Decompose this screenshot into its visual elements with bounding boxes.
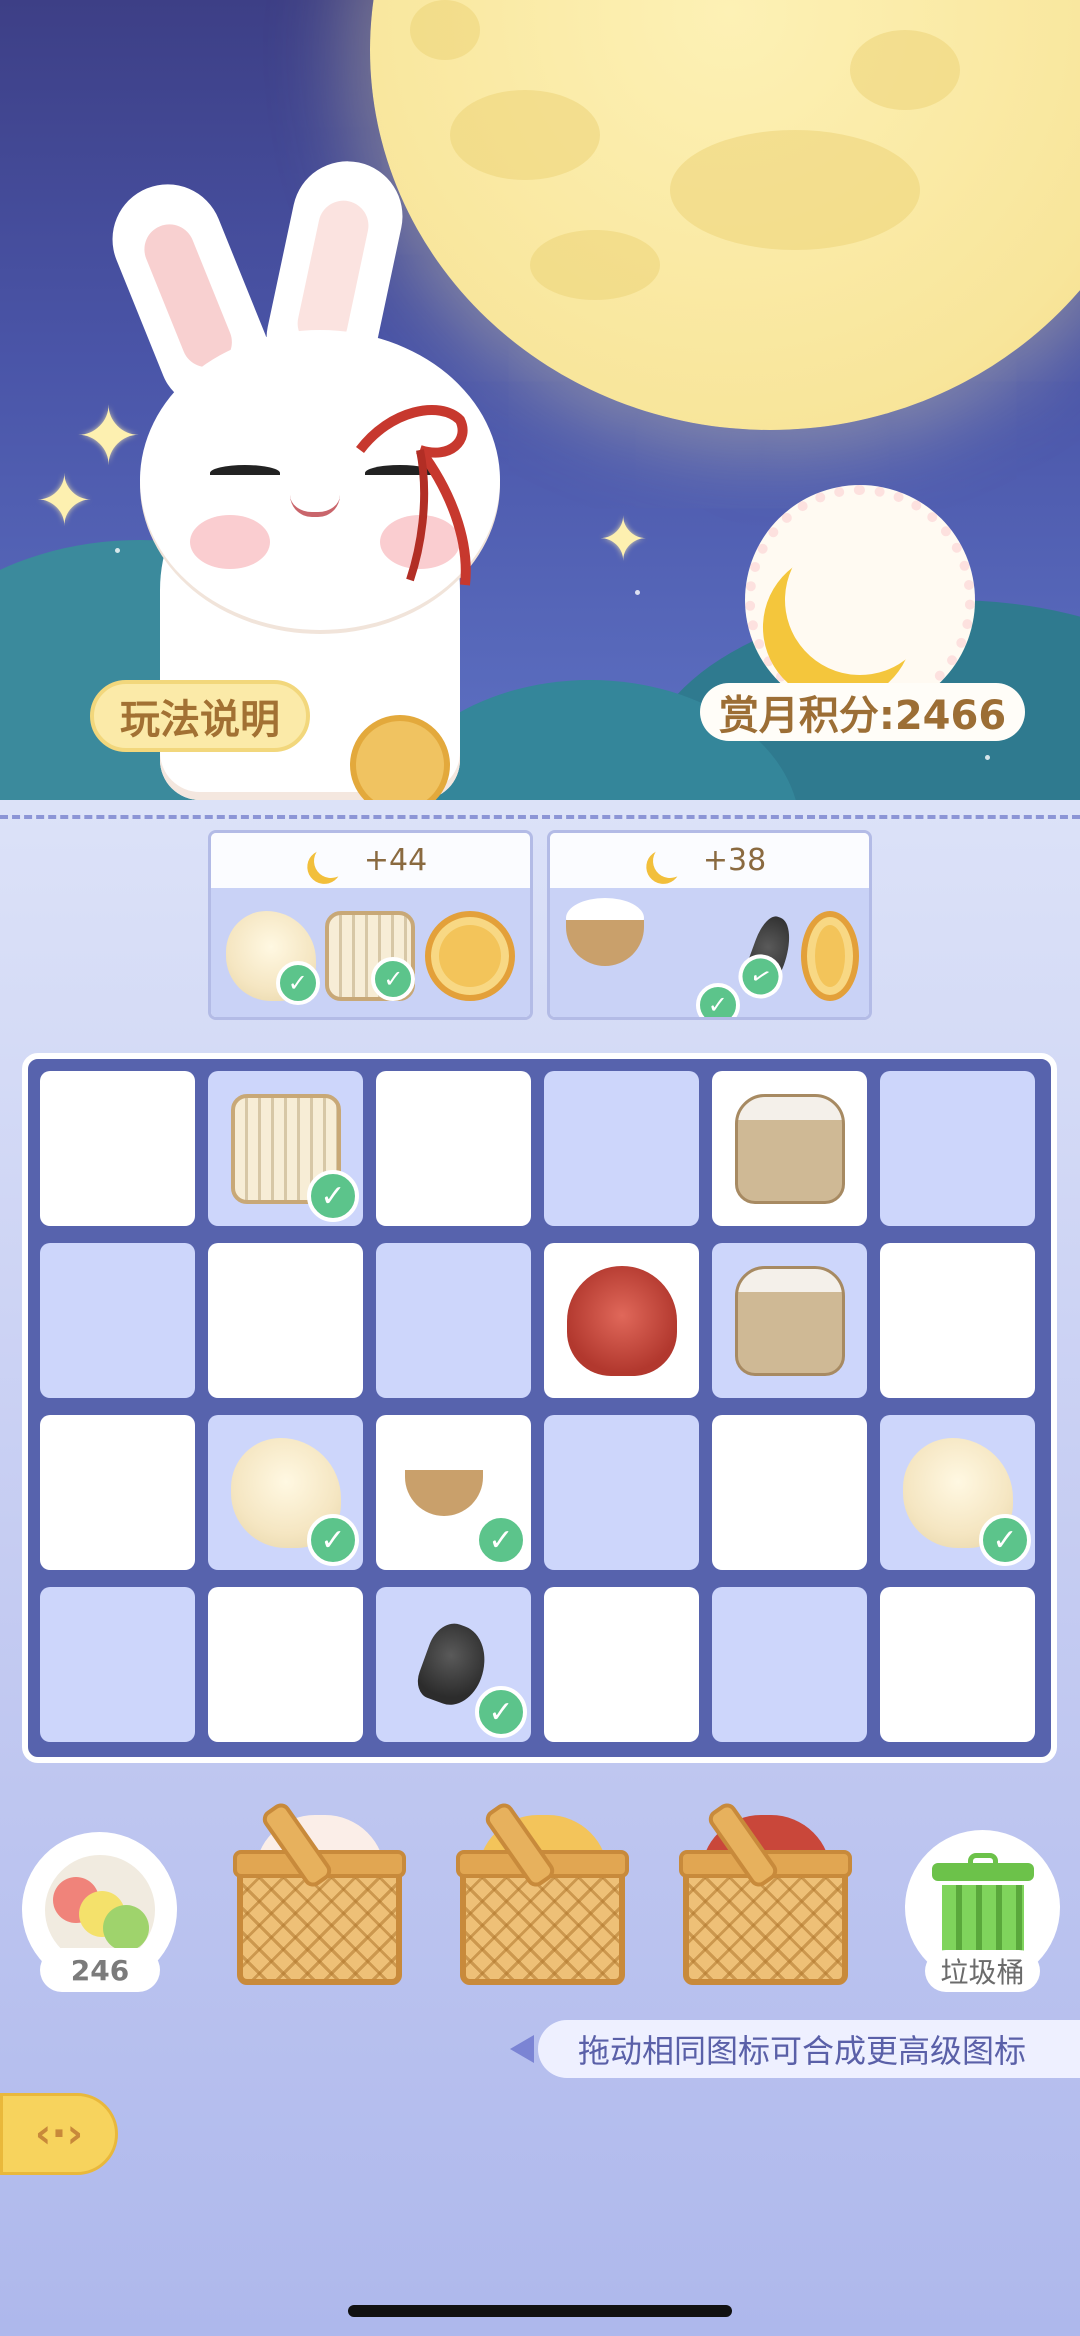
board-cell[interactable] — [712, 1243, 867, 1398]
rabbit-eye — [210, 465, 280, 481]
board-cell[interactable] — [208, 1587, 363, 1742]
board-cell[interactable] — [544, 1071, 699, 1226]
back-arrow-icon: ‹·› — [34, 2111, 84, 2157]
crab-icon[interactable] — [566, 1265, 677, 1376]
recipe-reward: +38 — [550, 833, 869, 888]
back-button[interactable]: ‹·› — [0, 2093, 118, 2175]
board-cell[interactable]: ✓ — [208, 1071, 363, 1226]
moon-badge — [745, 485, 975, 715]
board-cell[interactable] — [712, 1071, 867, 1226]
board-cell[interactable] — [880, 1071, 1035, 1226]
recipe-reward: +44 — [211, 833, 530, 888]
mooncake-icon — [425, 910, 516, 1001]
home-indicator[interactable] — [348, 2305, 732, 2317]
sparkle-icon: ✦ — [35, 460, 94, 542]
trash-label: 垃圾桶 — [925, 1950, 1040, 1992]
board-cell[interactable] — [712, 1587, 867, 1742]
board-cell[interactable] — [376, 1071, 531, 1226]
check-icon: ✓ — [275, 960, 320, 1005]
flour-sack-icon[interactable] — [734, 1265, 845, 1376]
crescent-moon-icon — [649, 840, 691, 882]
board-cell[interactable] — [712, 1415, 867, 1570]
hint-banner: 拖动相同图标可合成更高级图标 — [510, 2020, 1080, 2078]
star-dot — [635, 590, 640, 595]
rabbit-mouth — [290, 495, 340, 517]
star-dot — [985, 755, 990, 760]
flour-sack-icon[interactable] — [734, 1093, 845, 1204]
shrimp-icon: ✓ — [732, 911, 799, 1005]
hint-text: 拖动相同图标可合成更高级图标 — [538, 2020, 1080, 2078]
basket-slot[interactable] — [679, 1795, 852, 1985]
board-cell[interactable] — [544, 1587, 699, 1742]
basket-slot[interactable] — [233, 1795, 406, 1985]
board-cell[interactable] — [40, 1415, 195, 1570]
how-to-play-button[interactable]: 玩法说明 — [90, 680, 310, 752]
mooncake-icon — [801, 910, 859, 1001]
board-cell[interactable]: ✓ — [376, 1415, 531, 1570]
check-icon: ✓ — [371, 956, 416, 1001]
flour-bowl-icon: ✓ — [560, 888, 740, 1017]
check-icon: ✓ — [307, 1170, 359, 1222]
hero-scene: ✦ ✦ ✦ 玩法说明 赏月积分:2466 — [0, 0, 1080, 800]
board-cell[interactable]: ✓ — [376, 1587, 531, 1742]
moon-score: 赏月积分:2466 — [700, 683, 1025, 741]
board-cell[interactable] — [544, 1415, 699, 1570]
board-cell[interactable] — [880, 1587, 1035, 1742]
board-cell[interactable] — [40, 1587, 195, 1742]
sparkle-icon: ✦ — [598, 505, 649, 575]
check-icon: ✓ — [979, 1514, 1031, 1566]
recipe-ingredients: ✓ ✓ — [211, 888, 530, 1017]
trash-icon — [931, 1852, 1034, 1963]
crescent-moon-icon — [764, 504, 956, 696]
merge-board: ✓ ✓ ✓ ✓ ✓ — [22, 1053, 1057, 1763]
recipe-ingredients: ✓ ✓ — [550, 888, 869, 1017]
lace-roll-icon: ✓ — [325, 910, 416, 1001]
check-icon: ✓ — [307, 1514, 359, 1566]
dango-count: 246 — [40, 1948, 160, 1992]
board-cell[interactable] — [40, 1071, 195, 1226]
crescent-moon-icon — [310, 840, 352, 882]
board-cell[interactable] — [544, 1243, 699, 1398]
check-icon: ✓ — [732, 947, 789, 1005]
check-icon: ✓ — [475, 1514, 527, 1566]
arrow-left-icon — [510, 2035, 534, 2063]
board-cell[interactable] — [208, 1243, 363, 1398]
cloth-icon: ✓ — [225, 910, 320, 1005]
board-cell[interactable] — [40, 1243, 195, 1398]
rabbit-cheek — [190, 515, 270, 569]
board-cell[interactable]: ✓ — [208, 1415, 363, 1570]
check-icon: ✓ — [695, 983, 740, 1017]
board-cell[interactable] — [880, 1243, 1035, 1398]
ribbon-icon — [356, 405, 471, 586]
divider — [0, 815, 1080, 819]
recipe-card[interactable]: +44 ✓ ✓ — [208, 830, 533, 1020]
basket-slot[interactable] — [456, 1795, 629, 1985]
board-cell[interactable] — [376, 1243, 531, 1398]
recipe-points: +38 — [702, 843, 767, 878]
check-icon: ✓ — [475, 1686, 527, 1738]
board-cell[interactable]: ✓ — [880, 1415, 1035, 1570]
recipe-card[interactable]: +38 ✓ ✓ — [547, 830, 872, 1020]
recipe-points: +44 — [363, 843, 428, 878]
